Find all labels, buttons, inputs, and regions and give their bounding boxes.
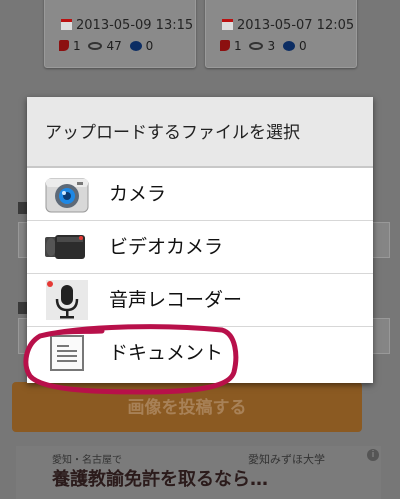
banner-brand: 愛知みずほ大学 — [248, 453, 325, 466]
like-count: 1 — [73, 39, 81, 53]
camera-icon — [45, 178, 89, 213]
post-card: 2013-05-07 12:05 1 3 0 — [205, 0, 357, 68]
option-label: 音声レコーダー — [109, 289, 243, 311]
comment-count: 0 — [145, 39, 154, 53]
view-count: 47 — [106, 39, 122, 53]
post-date: 2013-05-07 12:05 — [222, 18, 354, 33]
calendar-icon — [222, 19, 233, 30]
like-icon — [59, 40, 69, 51]
ad-banner: 愛知・名古屋で 養護教諭免許を取るなら… 愛知みずほ大学 i — [16, 446, 381, 499]
calendar-icon — [61, 19, 72, 30]
banner-subtitle: 愛知・名古屋で — [52, 455, 122, 466]
view-icon — [88, 42, 103, 50]
ad-info-icon: i — [367, 449, 379, 461]
post-stats: 1 3 0 — [220, 39, 311, 53]
banner-headline: 養護教諭免許を取るなら… — [52, 469, 268, 490]
option-camera[interactable]: カメラ — [27, 168, 373, 221]
view-icon — [249, 42, 264, 50]
post-stats: 1 47 0 — [59, 39, 157, 53]
option-label: ビデオカメラ — [109, 236, 224, 258]
option-video-camera[interactable]: ビデオカメラ — [27, 221, 373, 274]
comment-icon — [129, 41, 142, 51]
option-label: カメラ — [109, 183, 167, 205]
microphone-icon — [46, 280, 88, 320]
post-date: 2013-05-09 13:15 — [61, 18, 193, 33]
like-count: 1 — [234, 39, 242, 53]
comment-icon — [282, 41, 295, 51]
option-voice-recorder[interactable]: 音声レコーダー — [27, 274, 373, 327]
view-count: 3 — [267, 39, 276, 53]
post-card: 2013-05-09 13:15 1 47 0 — [44, 0, 196, 68]
highlight-circle-annotation — [23, 324, 239, 395]
dialog-title: アップロードするファイルを選択 — [27, 97, 373, 168]
like-icon — [220, 40, 230, 51]
video-camera-icon — [45, 235, 85, 259]
comment-count: 0 — [298, 39, 307, 53]
